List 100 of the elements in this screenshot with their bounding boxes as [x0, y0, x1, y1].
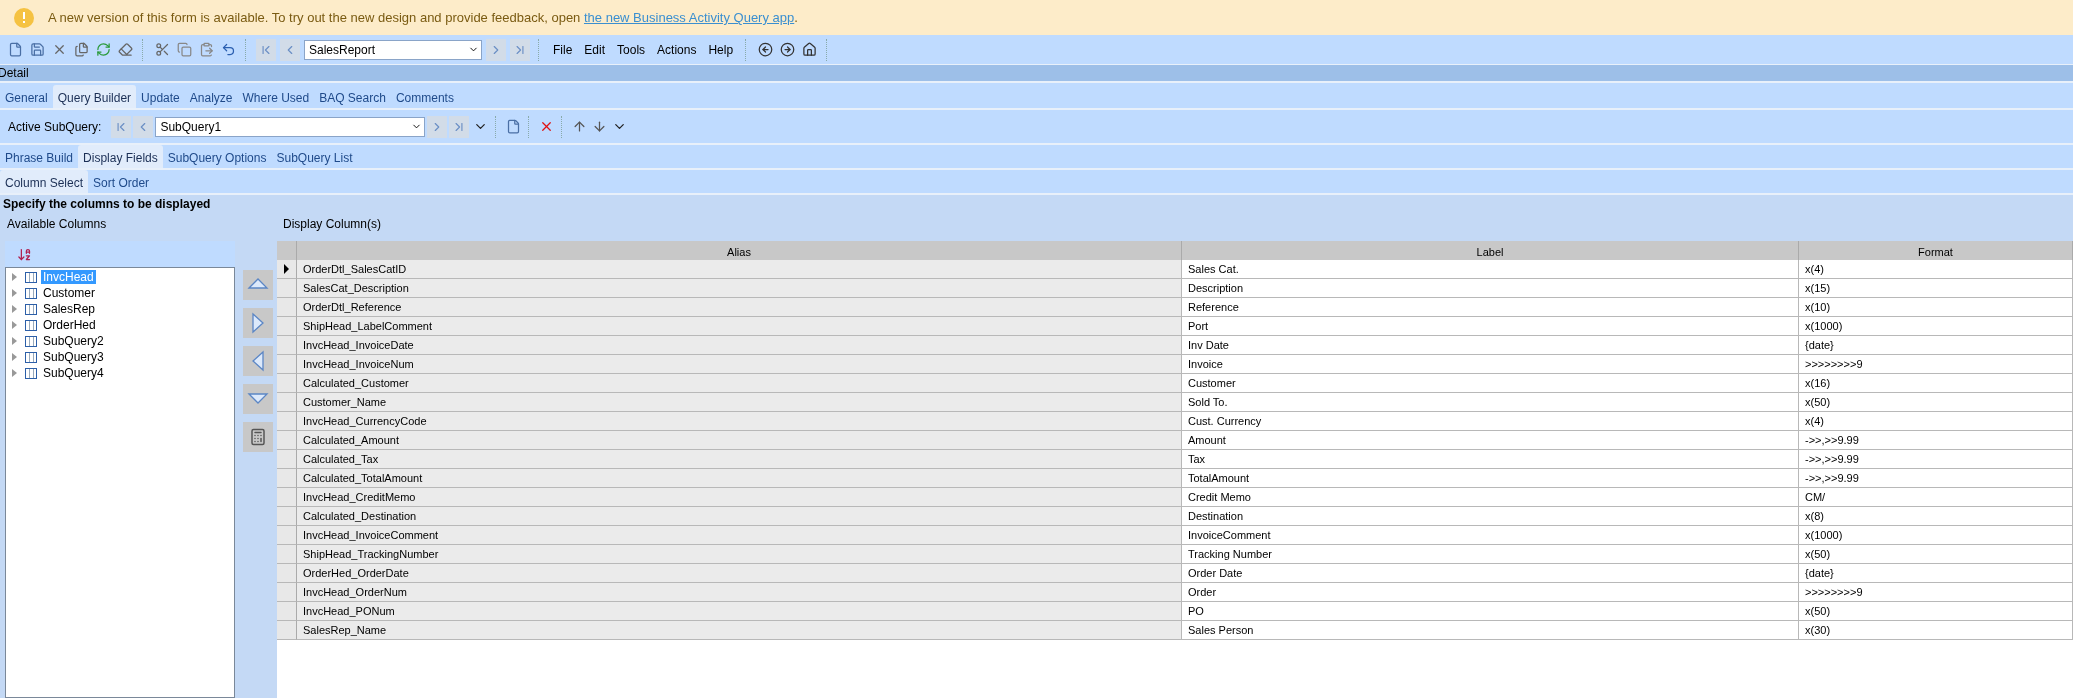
table-cell: Inv Date — [1182, 336, 1799, 355]
table-cell: Invoice — [1182, 355, 1799, 374]
subquery-dropdown[interactable]: SubQuery1 — [155, 116, 426, 137]
remove-column-button[interactable] — [243, 346, 273, 376]
table-cell: Order — [1182, 583, 1799, 602]
table-cell: x(50) — [1799, 393, 2073, 412]
table-cell: {date} — [1799, 564, 2073, 583]
table-cell: x(4) — [1799, 260, 2073, 279]
menu-item[interactable]: File — [549, 42, 577, 57]
table-cell: Calculated_TotalAmount — [297, 469, 1182, 488]
table-cell: x(50) — [1799, 545, 2073, 564]
tree-item[interactable]: SubQuery3 — [41, 350, 106, 364]
tab[interactable]: SubQuery Options — [162, 147, 272, 168]
column-header[interactable]: Alias — [297, 241, 1182, 263]
tree-item[interactable]: Customer — [41, 286, 97, 300]
table-cell: Calculated_Destination — [297, 507, 1182, 526]
table-cell: Calculated_Amount — [297, 431, 1182, 450]
table-cell: Customer — [1182, 374, 1799, 393]
menu-item[interactable]: Help — [704, 42, 738, 57]
table-cell: ShipHead_TrackingNumber — [297, 545, 1182, 564]
tab[interactable]: Display Fields — [78, 145, 163, 168]
table-icon — [25, 303, 37, 315]
previous-subquery-button[interactable] — [133, 115, 154, 138]
table-cell: Description — [1182, 279, 1799, 298]
cut-icon[interactable] — [153, 40, 171, 59]
panel-heading: Available Columns — [6, 216, 108, 233]
warning-icon — [14, 7, 34, 28]
table-cell: CM/ — [1799, 488, 2073, 507]
tree-item[interactable]: SubQuery2 — [41, 334, 106, 348]
table-cell: Calculated_Customer — [297, 374, 1182, 393]
table-cell: InvcHead_InvoiceDate — [297, 336, 1182, 355]
column-header[interactable]: Label — [1182, 241, 1799, 263]
table-cell: ShipHead_LabelComment — [297, 317, 1182, 336]
home-icon[interactable] — [800, 40, 819, 59]
table-cell: InvoiceComment — [1182, 526, 1799, 545]
table-cell: x(4) — [1799, 412, 2073, 431]
table-cell: x(50) — [1799, 602, 2073, 621]
tree-item[interactable]: SubQuery4 — [41, 366, 106, 380]
forward-icon[interactable] — [778, 40, 797, 59]
next-subquery-button[interactable] — [427, 115, 448, 138]
menu-item[interactable]: Tools — [613, 42, 650, 57]
table-cell: Order Date — [1182, 564, 1799, 583]
menu-item[interactable]: Actions — [653, 42, 701, 57]
table-cell: Reference — [1182, 298, 1799, 317]
current-row-icon — [284, 264, 289, 274]
tab[interactable]: Analyze — [184, 87, 238, 108]
row-selector[interactable] — [277, 260, 297, 279]
table-icon — [25, 287, 37, 299]
next-record-button[interactable] — [486, 38, 506, 61]
table-cell: {date} — [1799, 336, 2073, 355]
tab[interactable]: Column Select — [0, 170, 89, 193]
table-cell: InvcHead_InvoiceNum — [297, 355, 1182, 374]
table-cell: x(1000) — [1799, 317, 2073, 336]
eraser-icon[interactable] — [116, 40, 134, 59]
tab[interactable]: BAQ Search — [314, 87, 391, 108]
tree-item[interactable]: OrderHed — [41, 318, 98, 332]
report-dropdown[interactable]: SalesReport — [304, 39, 482, 60]
banner-message: A new version of this form is available. To try out the new design and provide feedback, open the new Business Activity Query app. — [48, 10, 798, 25]
table-cell: Tax — [1182, 450, 1799, 469]
table-cell: OrderHed_OrderDate — [297, 564, 1182, 583]
table-cell: Credit Memo — [1182, 488, 1799, 507]
first-record-button[interactable] — [256, 38, 276, 61]
table-cell: Port — [1182, 317, 1799, 336]
table-cell: Amount — [1182, 431, 1799, 450]
table-cell: Cust. Currency — [1182, 412, 1799, 431]
refresh-icon[interactable] — [94, 40, 112, 59]
table-cell: ->>,>>9.99 — [1799, 469, 2073, 488]
table-cell: InvcHead_CreditMemo — [297, 488, 1182, 507]
table-cell: InvcHead_PONum — [297, 602, 1182, 621]
calculator-icon — [249, 428, 267, 446]
table-cell: SalesRep_Name — [297, 621, 1182, 640]
table-cell: Calculated_Tax — [297, 450, 1182, 469]
first-subquery-button[interactable] — [111, 115, 132, 138]
table-icon — [25, 351, 37, 363]
move-down-button[interactable] — [243, 384, 273, 414]
table-cell: SalesCat_Description — [297, 279, 1182, 298]
last-record-button[interactable] — [510, 38, 530, 61]
tab[interactable]: Phrase Build — [0, 147, 79, 168]
calculator-button[interactable] — [243, 422, 273, 452]
table-cell: OrderDtl_SalesCatID — [297, 260, 1182, 279]
tab[interactable]: Update — [136, 87, 185, 108]
add-column-button[interactable] — [243, 308, 273, 338]
table-cell: InvcHead_InvoiceComment — [297, 526, 1182, 545]
tab[interactable]: Comments — [390, 87, 459, 108]
table-cell: >>>>>>>>9 — [1799, 583, 2073, 602]
tab[interactable]: Query Builder — [52, 85, 137, 108]
previous-record-button[interactable] — [280, 38, 300, 61]
table-cell: OrderDtl_Reference — [297, 298, 1182, 317]
column-header[interactable]: Format — [1799, 241, 2073, 263]
tab[interactable]: SubQuery List — [271, 147, 358, 168]
tab[interactable]: Sort Order — [88, 172, 155, 193]
active-subquery-label: Active SubQuery: — [8, 119, 102, 134]
table-cell: InvcHead_CurrencyCode — [297, 412, 1182, 431]
tree-item[interactable]: SalesRep — [41, 302, 98, 316]
save-icon[interactable] — [28, 40, 46, 59]
copy-icon[interactable] — [175, 40, 193, 59]
tab[interactable]: Where Used — [237, 87, 315, 108]
tab[interactable]: General — [0, 87, 53, 108]
menu-item[interactable]: Edit — [580, 42, 610, 57]
back-icon[interactable] — [756, 40, 775, 59]
